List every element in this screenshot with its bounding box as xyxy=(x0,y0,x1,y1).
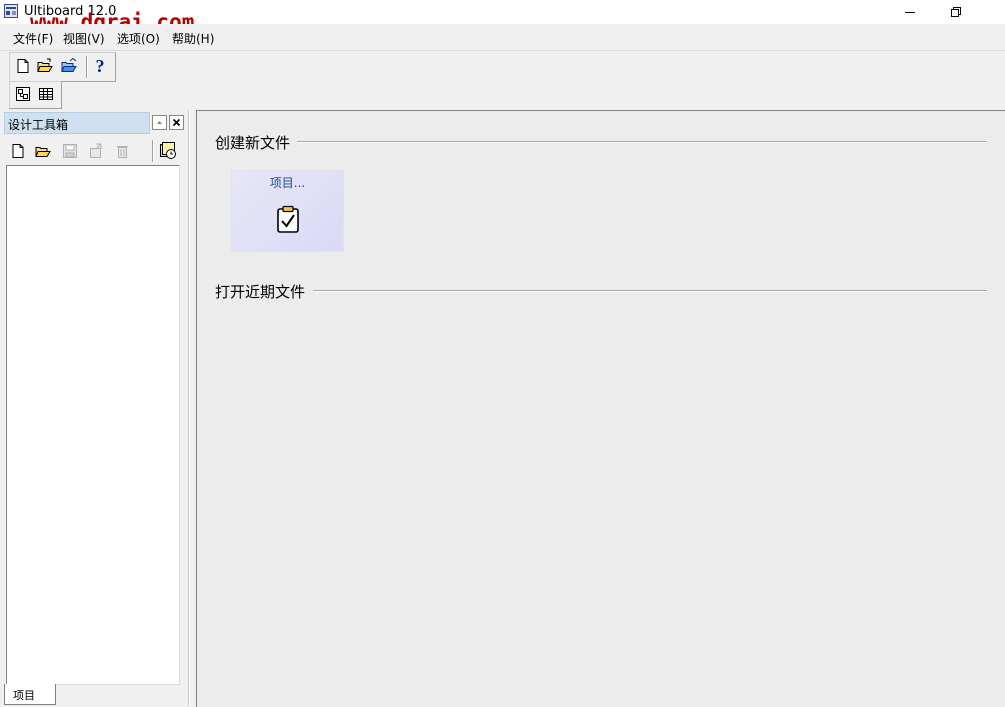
standard-toolbar: ? xyxy=(9,52,116,82)
open-file-icon xyxy=(37,58,53,72)
new-project-tile[interactable]: 项目... xyxy=(231,170,344,252)
panel-toolbar-separator xyxy=(152,140,154,162)
export-icon xyxy=(90,143,102,158)
triangle-up-icon xyxy=(157,121,162,124)
open-folder-icon xyxy=(61,58,77,72)
recent-section-title: 打开近期文件 xyxy=(215,281,310,302)
restore-button[interactable] xyxy=(933,0,979,24)
save-icon xyxy=(63,144,77,158)
design-view-button[interactable] xyxy=(13,84,33,104)
minimize-icon xyxy=(905,12,915,13)
tab-project-label: 项目 xyxy=(13,689,35,702)
spreadsheet-view-button[interactable] xyxy=(36,84,56,104)
panel-export-button[interactable] xyxy=(86,141,106,161)
design-view-icon xyxy=(16,87,30,101)
tab-project[interactable]: 项目 xyxy=(4,684,56,705)
panel-title: 设计工具箱 xyxy=(8,118,69,132)
project-tree-view[interactable] xyxy=(6,165,180,685)
project-tile-label: 项目... xyxy=(269,176,306,190)
help-icon: ? xyxy=(95,55,105,76)
minimize-button[interactable] xyxy=(887,0,933,24)
start-page: 创建新文件 项目... 打开近期文件 xyxy=(196,110,1005,707)
menu-help[interactable]: 帮助(H) xyxy=(172,30,214,47)
panel-delete-button[interactable] xyxy=(112,141,132,161)
panel-toolbar xyxy=(4,138,180,164)
new-file-icon xyxy=(12,144,24,158)
new-button[interactable] xyxy=(13,56,33,76)
spreadsheet-view-icon xyxy=(39,88,53,100)
view-toolbar xyxy=(9,81,62,109)
help-button[interactable]: ? xyxy=(90,56,110,76)
title-bar: Ultiboard 12.0 www.dgrai.com xyxy=(0,0,1005,34)
toolbar-separator xyxy=(86,56,88,78)
open-folder-button[interactable] xyxy=(59,56,79,76)
clipboard-check-icon xyxy=(277,205,299,233)
recent-files-icon xyxy=(160,142,176,159)
recent-section-divider xyxy=(313,290,987,292)
panel-recent-button[interactable] xyxy=(158,141,178,161)
panel-save-button[interactable] xyxy=(60,141,80,161)
open-button[interactable] xyxy=(35,56,55,76)
menu-view[interactable]: 视图(V) xyxy=(63,30,105,47)
panel-new-button[interactable] xyxy=(8,141,28,161)
close-icon xyxy=(172,118,181,127)
menu-options[interactable]: 选项(O) xyxy=(117,30,160,47)
restore-icon xyxy=(951,7,961,17)
menu-bar: 文件(F) 视图(V) 选项(O) 帮助(H) xyxy=(0,24,1005,51)
delete-icon xyxy=(117,146,128,158)
open-file-icon xyxy=(35,147,51,157)
panel-open-button[interactable] xyxy=(33,141,53,161)
design-toolbox-panel: 设计工具箱 项目 xyxy=(0,110,189,706)
panel-collapse-button[interactable] xyxy=(152,115,167,130)
panel-close-button[interactable] xyxy=(169,115,184,130)
menu-file[interactable]: 文件(F) xyxy=(13,30,53,47)
panel-title-bar: 设计工具箱 xyxy=(4,112,150,134)
panel-splitter[interactable] xyxy=(189,110,196,706)
create-section-divider xyxy=(297,141,987,143)
new-file-icon xyxy=(17,59,29,73)
create-section-title: 创建新文件 xyxy=(215,132,295,153)
app-icon xyxy=(4,4,18,18)
